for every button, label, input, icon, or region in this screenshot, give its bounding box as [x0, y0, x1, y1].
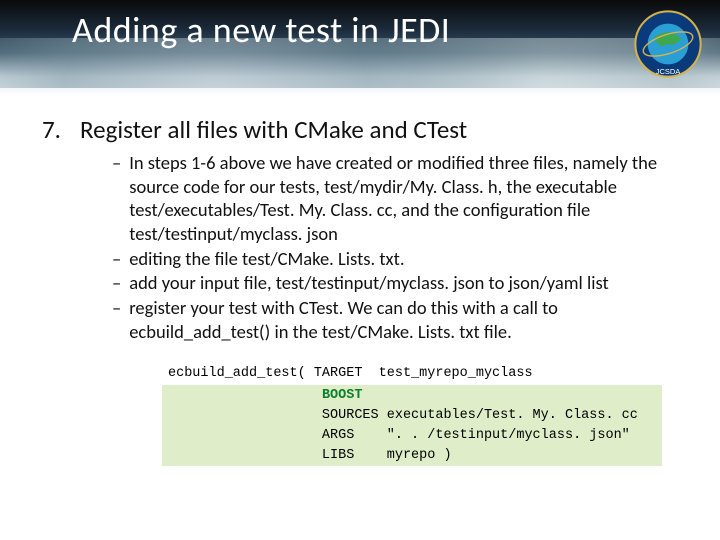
list-item: – editing the file test/CMake. Lists. tx…: [112, 247, 678, 271]
slide-title: Adding a new test in JEDI: [72, 8, 450, 52]
bullet-list: – In steps 1-6 above we have created or …: [112, 151, 678, 343]
code-line: ecbuild_add_test( TARGET test_myrepo_myc…: [162, 365, 662, 385]
code-line: ARGS ". . /testinput/myclass. json": [162, 426, 662, 446]
bullet-text: In steps 1-6 above we have created or mo…: [129, 151, 678, 246]
code-keyword: BOOST: [322, 388, 363, 403]
slide-header: Adding a new test in JEDI JCSDA: [0, 0, 720, 96]
logo-text: JCSDA: [656, 67, 681, 76]
dash-icon: –: [112, 247, 121, 271]
slide-body: 7. Register all files with CMake and CTe…: [0, 96, 720, 466]
bullet-text: register your test with CTest. We can do…: [129, 296, 678, 343]
bullet-text: add your input file, test/testinput/mycl…: [129, 271, 678, 295]
dash-icon: –: [112, 296, 121, 343]
code-line: LIBS myrepo ): [162, 446, 662, 466]
bullet-text: editing the file test/CMake. Lists. txt.: [129, 247, 678, 271]
code-block: ecbuild_add_test( TARGET test_myrepo_myc…: [162, 365, 662, 466]
jcsda-logo: JCSDA: [634, 10, 702, 78]
list-item: – register your test with CTest. We can …: [112, 296, 678, 343]
dash-icon: –: [112, 151, 121, 246]
code-line: SOURCES executables/Test. My. Class. cc: [162, 406, 662, 426]
step-number: 7.: [42, 114, 70, 145]
step-heading: 7. Register all files with CMake and CTe…: [42, 114, 678, 145]
step-title: Register all files with CMake and CTest: [80, 114, 467, 145]
code-indent: [168, 388, 322, 403]
list-item: – add your input file, test/testinput/my…: [112, 271, 678, 295]
dash-icon: –: [112, 271, 121, 295]
list-item: – In steps 1-6 above we have created or …: [112, 151, 678, 246]
code-line: BOOST: [162, 386, 662, 406]
globe-seal-icon: JCSDA: [634, 10, 702, 78]
